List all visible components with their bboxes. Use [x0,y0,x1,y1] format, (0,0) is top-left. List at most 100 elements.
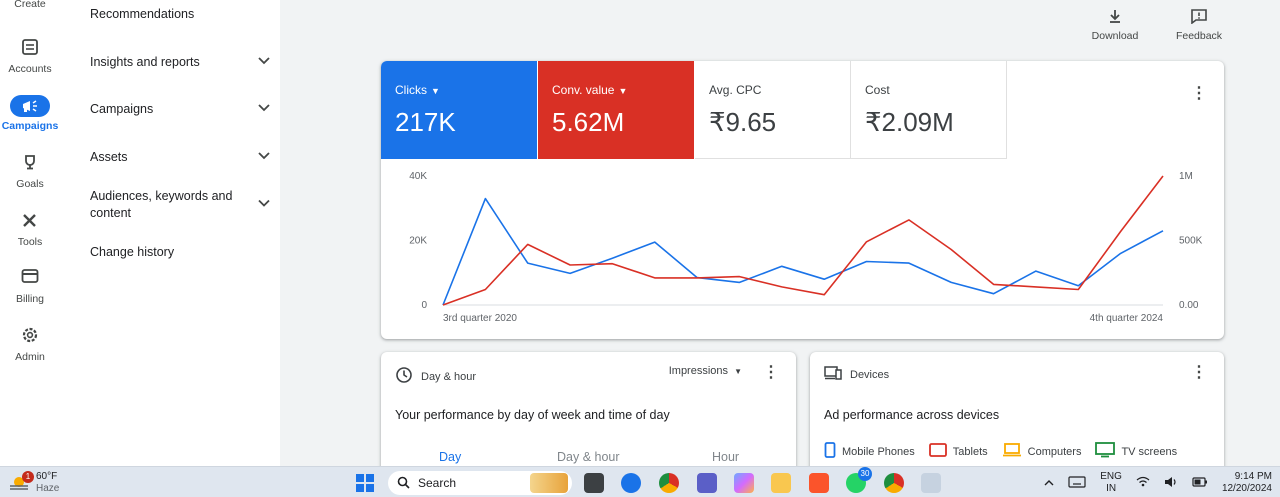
rail-label-campaigns: Campaigns [1,120,59,132]
wifi-icon[interactable] [1136,476,1150,490]
metric-cost-value: ₹2.09M [865,107,954,137]
devices-heading-text: Devices [850,368,890,381]
battery-icon[interactable] [1192,476,1208,490]
rail-item-tools[interactable]: Tools [0,211,60,248]
x-axis-start-label: 3rd quarter 2020 [443,313,517,324]
rail-label-accounts: Accounts [8,63,52,75]
metric-avg-cpc-label: Avg. CPC [709,83,762,97]
volume-icon[interactable] [1164,476,1178,491]
top-actions: Download Feedback [1090,8,1224,42]
performance-card: Clicks ▼ 217K Conv. value ▼ 5.62M Avg. CPC… [381,61,1224,339]
more-vert-icon[interactable]: ⋮ [763,362,779,382]
metric-conv-value[interactable]: Conv. value ▼ 5.62M [538,61,694,159]
chevron-down-icon[interactable] [258,103,270,115]
day-hour-card: Day & hour Impressions ▼ ⋮ Your performa… [381,352,796,482]
system-clock[interactable]: 9:14 PM 12/20/2024 [1222,471,1272,495]
legend-tv-screens[interactable]: TV screens [1095,442,1177,461]
taskbar-app-brave[interactable] [809,473,829,493]
legend-computers[interactable]: Computers [1002,442,1081,461]
tab-day-hour[interactable]: Day & hour [557,450,620,464]
y-left-tick-label: 20K [409,236,427,247]
taskbar-app-snipping-tool[interactable] [921,473,941,493]
y-right-tick-label: 500K [1179,236,1203,247]
subnav-label: Change history [90,245,175,259]
tablet-icon [928,443,947,460]
rail-label-goals: Goals [16,178,44,190]
metric-clicks[interactable]: Clicks ▼ 217K [381,61,537,159]
main-content: Download Feedback Clicks ▼ 217K Conv. val… [280,0,1280,482]
devices-card: Devices ⋮ Ad performance across devices … [810,352,1224,482]
metric-selector[interactable]: Impressions ▼ [669,365,742,377]
taskbar-app-chrome[interactable] [659,473,679,493]
metric-avg-cpc[interactable]: Avg. CPC ₹9.65 [695,61,851,159]
devices-heading: Devices [824,366,889,383]
left-rail: Create Accounts Campaigns Goals Tools Bi… [0,0,60,466]
subnav-item-campaigns[interactable]: Campaigns [90,102,270,116]
tab-hour[interactable]: Hour [712,450,739,464]
rail-item-billing[interactable]: Billing [0,268,60,305]
download-label: Download [1091,30,1139,42]
subnav-label: Assets [90,150,128,164]
devices-title: Ad performance across devices [824,408,1000,422]
windows-start-icon[interactable] [356,474,374,492]
legend-label: Tablets [952,445,988,458]
keyboard-icon[interactable] [1068,475,1086,491]
rail-item-goals[interactable]: Goals [0,153,60,190]
weather-desc: Haze [36,483,60,494]
chevron-down-icon[interactable] [258,197,270,214]
weather-widget[interactable]: 1 60°F Haze [8,471,59,495]
subnav-item-insights[interactable]: Insights and reports [90,55,270,69]
clock-time: 9:14 PM [1234,471,1272,482]
rail-item-campaigns[interactable]: Campaigns [0,95,60,132]
metric-conv-value-label: Conv. value [552,83,615,97]
taskbar-app-file-explorer[interactable] [771,473,791,493]
feedback-button[interactable]: Feedback [1174,8,1224,42]
download-button[interactable]: Download [1090,8,1140,42]
weather-haze-icon: 1 [8,471,34,493]
taskbar-app-task-view[interactable] [584,473,604,493]
rail-label-create: Create [14,0,46,10]
subnav-item-assets[interactable]: Assets [90,150,270,164]
chevron-up-icon[interactable] [1044,478,1054,489]
metric-clicks-label: Clicks [395,83,427,97]
trophy-icon [10,153,50,175]
more-vert-icon[interactable]: ⋮ [1191,362,1207,382]
metric-avg-cpc-value: ₹9.65 [709,107,777,137]
taskbar-app-teams[interactable] [697,473,717,493]
rail-item-create[interactable]: Create [0,0,60,10]
chevron-down-icon[interactable] [258,56,270,68]
accounts-icon [10,38,50,60]
day-hour-heading: Day & hour [395,366,476,387]
caret-down-icon[interactable]: ▼ [618,86,627,96]
metric-clicks-value: 217K [395,107,456,137]
y-right-tick-label: 1M [1179,171,1193,182]
taskbar-app-edge[interactable] [621,473,641,493]
legend-mobile-phones[interactable]: Mobile Phones [824,442,915,461]
y-right-tick-label: 0.00 [1179,300,1199,311]
subnav-label: Insights and reports [90,55,200,69]
whatsapp-badge: 30 [858,467,872,481]
subnav-item-recommendations[interactable]: Recommendations [90,7,270,21]
taskbar-app-whatsapp[interactable]: 30 [846,467,872,493]
rail-item-accounts[interactable]: Accounts [0,38,60,75]
metric-cost-label: Cost [865,83,890,97]
metric-selector-label: Impressions [668,365,729,377]
legend-tablets[interactable]: Tablets [928,442,988,461]
lang-bottom: IN [1106,483,1117,494]
tools-icon [10,211,50,233]
mobile-phone-icon [824,442,836,461]
chevron-down-icon[interactable] [258,151,270,163]
subnav-item-audiences[interactable]: Audiences, keywords and content [90,188,270,222]
tab-day[interactable]: Day [439,450,461,464]
taskbar-search[interactable]: Search [388,471,572,495]
language-indicator[interactable]: ENG IN [1100,471,1122,495]
taskbar-app-chrome-profile[interactable] [884,473,904,493]
caret-down-icon[interactable]: ▼ [431,86,440,96]
subnav-item-change-history[interactable]: Change history [90,245,270,259]
more-vert-icon[interactable]: ⋮ [1191,83,1207,103]
y-left-tick-label: 40K [409,171,427,182]
taskbar-app-copilot[interactable] [734,473,754,493]
rail-item-admin[interactable]: Admin [0,326,60,363]
search-label: Search [418,476,457,490]
metric-cost[interactable]: Cost ₹2.09M [851,61,1007,159]
